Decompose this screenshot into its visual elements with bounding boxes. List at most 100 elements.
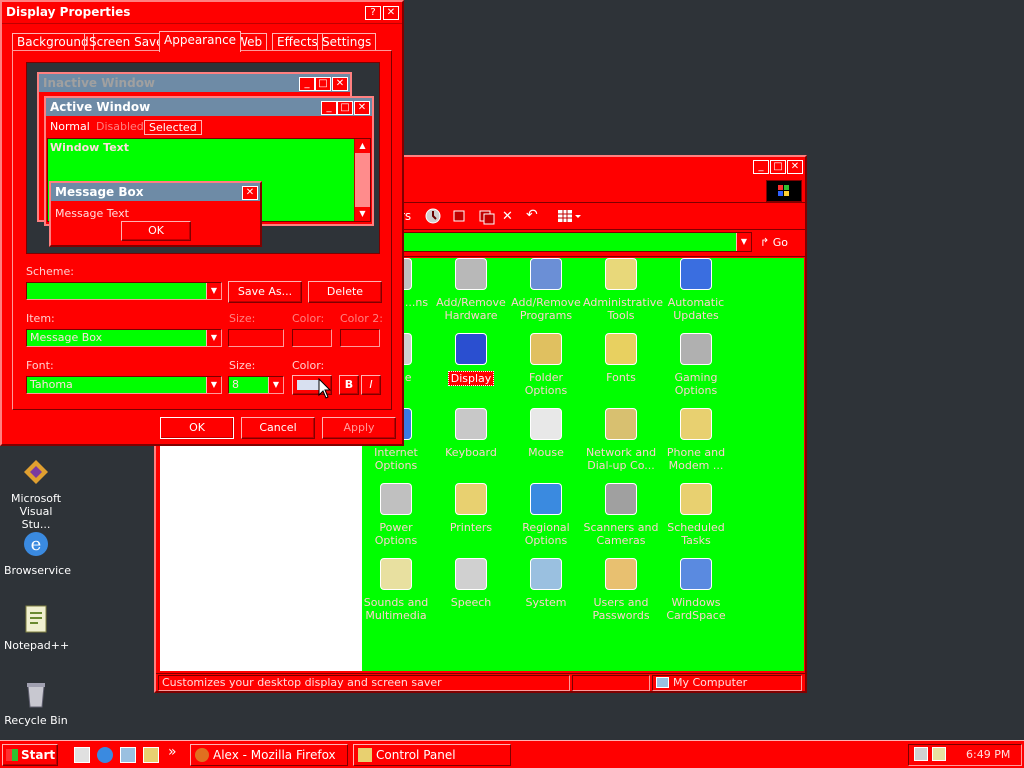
dialog-titlebar[interactable]: Display Properties [2,2,402,24]
chevron-down-icon[interactable]: ▼ [206,377,221,393]
taskbar-item-firefox[interactable]: Alex - Mozilla Firefox [190,744,348,766]
apply-button[interactable]: Apply [322,417,396,439]
chevron-down-icon[interactable]: ▼ [268,377,283,393]
control-panel-item[interactable]: Scheduled Tasks [658,483,734,547]
control-panel-item[interactable]: Sounds and Multimedia [358,558,434,622]
control-panel-item[interactable]: System [508,558,584,609]
desktop-icon-notepadpp[interactable]: Notepad++ [4,603,69,652]
ie-quicklaunch-icon[interactable] [97,747,113,763]
control-panel-item[interactable]: Display [433,333,509,386]
control-panel-item[interactable]: Folder Options [508,333,584,397]
control-panel-item-label: Folder Options [524,371,568,397]
control-panel-item[interactable]: Scanners and Cameras [583,483,659,547]
item-color-picker[interactable] [292,329,332,347]
control-panel-item[interactable]: Mouse [508,408,584,459]
quicklaunch-more-icon[interactable]: » [168,744,177,760]
internet-explorer-icon: e [20,528,52,560]
preview-window-text: Window Text [50,141,130,154]
italic-button[interactable]: I [361,375,381,395]
control-panel-item[interactable]: Printers [433,483,509,534]
control-panel-item-icon [530,258,562,290]
search-quicklaunch-icon[interactable] [143,747,159,763]
help-button[interactable]: ? [365,6,381,20]
control-panel-item[interactable]: Phone and Modem ... [658,408,734,472]
minimize-button[interactable]: _ [753,160,769,174]
control-panel-item-label: Add/Remove Hardware [436,296,506,322]
chevron-down-icon[interactable]: ▼ [206,283,221,299]
volume-tray-icon[interactable] [932,747,946,761]
tab-background[interactable]: Background [12,33,94,51]
control-panel-item-icon [605,258,637,290]
control-panel-item-label: Automatic Updates [667,296,725,322]
tab-appearance[interactable]: Appearance [159,31,242,52]
move-to-icon[interactable] [452,207,470,225]
copy-to-icon[interactable] [478,207,496,225]
control-panel-item-label: Administrative Tools [583,296,664,322]
control-panel-item-label: Mouse [528,446,564,459]
status-empty-pane [572,675,650,691]
show-desktop-icon[interactable] [74,747,90,763]
control-panel-item[interactable]: Add/Remove Hardware [433,258,509,322]
scheme-select[interactable] [26,282,222,300]
go-button[interactable]: ↱ Go [760,234,800,252]
cancel-button[interactable]: Cancel [241,417,315,439]
control-panel-item-label: Printers [449,521,493,534]
desktop-icon-visual-studio[interactable]: Microsoft Visual Stu... [4,456,68,531]
chevron-down-icon[interactable]: ▼ [206,330,221,346]
history-icon[interactable] [424,207,442,225]
control-panel-item[interactable]: Users and Passwords [583,558,659,622]
control-panel-item[interactable]: Speech [433,558,509,609]
undo-icon[interactable]: ↶ [526,207,538,223]
control-panel-item-icon [455,558,487,590]
control-panel-item[interactable]: Windows CardSpace [658,558,734,622]
clock[interactable]: 6:49 PM [966,748,1010,761]
control-panel-item[interactable]: Network and Dial-up Co... [583,408,659,472]
control-panel-item-icon [380,558,412,590]
control-panel-item[interactable]: Administrative Tools [583,258,664,322]
chevron-down-icon[interactable]: ▼ [736,233,751,251]
control-panel-item-label: Users and Passwords [592,596,650,622]
desktop-icon-recycle-bin[interactable]: Recycle Bin [4,678,68,727]
item-size-spinner[interactable] [228,329,284,347]
control-panel-item-icon [530,408,562,440]
control-panel-item[interactable]: Add/Remove Programs [508,258,584,322]
control-panel-item[interactable]: Automatic Updates [658,258,734,322]
control-panel-item[interactable]: Keyboard [433,408,509,459]
preview-scrollbar: ▲ ▼ [354,139,370,221]
preview-inactive-minimize: _ [299,77,315,91]
control-panel-item-icon [605,408,637,440]
control-panel-item-icon [680,483,712,515]
delete-button[interactable]: Delete [308,281,382,303]
maximize-button[interactable]: □ [770,160,786,174]
network-tray-icon[interactable] [914,747,928,761]
control-panel-item[interactable]: Gaming Options [658,333,734,397]
desktop-icon-browservice[interactable]: e Browservice [4,528,71,577]
control-panel-item-icon [380,483,412,515]
control-panel-item[interactable]: Fonts [583,333,659,384]
delete-icon[interactable]: ✕ [502,209,513,224]
views-icon[interactable] [556,207,582,225]
outlook-express-icon[interactable] [120,747,136,763]
control-panel-item-icon [455,333,487,365]
control-panel-item[interactable]: Regional Options [508,483,584,547]
font-select[interactable]: Tahoma [26,376,222,394]
close-button[interactable]: ✕ [787,160,803,174]
control-panel-item-label: Scanners and Cameras [583,521,659,547]
item-select[interactable]: Message Box [26,329,222,347]
close-button[interactable]: ✕ [383,6,399,20]
tab-settings[interactable]: Settings [317,33,377,51]
item-color2-picker[interactable] [340,329,380,347]
control-panel-item-label: Regional Options [522,521,570,547]
control-panel-item-icon [455,258,487,290]
save-as-button[interactable]: Save As... [228,281,302,303]
bold-button[interactable]: B [339,375,359,395]
taskbar-item-control-panel[interactable]: Control Panel [353,744,511,766]
start-button[interactable]: Start [2,744,58,766]
address-input[interactable]: ▼ [402,232,752,252]
control-panel-item[interactable]: Power Options [358,483,434,547]
mouse-cursor-icon [318,377,332,400]
control-panel-item-label: Speech [450,596,492,609]
visual-studio-icon [20,456,52,488]
tab-effects[interactable]: Effects [272,33,323,51]
ok-button[interactable]: OK [160,417,234,439]
